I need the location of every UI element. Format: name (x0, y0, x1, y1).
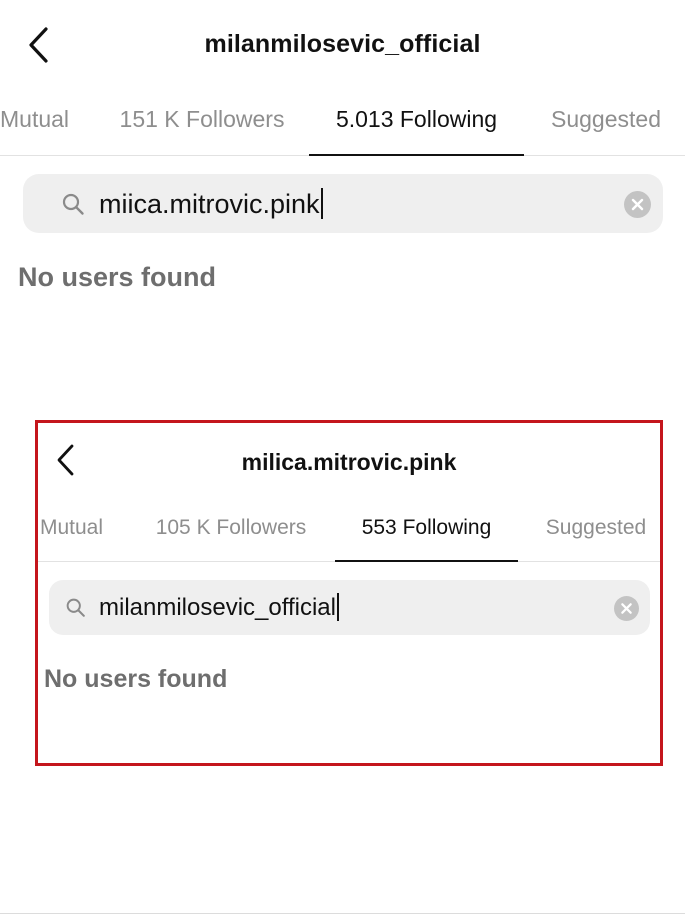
tab-label: Mutual (0, 106, 70, 132)
search-input[interactable]: milanmilosevic_official (99, 592, 339, 622)
text-caret (336, 592, 339, 621)
clear-icon (621, 603, 632, 614)
tab-suggested[interactable]: Suggested (536, 95, 676, 155)
inset-tab-bar: Mutual 105 K Followers 553 Following Sug… (38, 504, 660, 562)
inset-screenshot: milica.mitrovic.pink Mutual 105 K Follow… (35, 420, 663, 766)
tab-followers[interactable]: 105 K Followers (145, 504, 317, 561)
search-field[interactable]: miica.mitrovic.pink (23, 174, 663, 233)
text-caret (320, 188, 323, 220)
clear-search-button[interactable] (614, 596, 639, 621)
tab-mutual[interactable]: Mutual (40, 504, 112, 561)
tab-mutual[interactable]: Mutual (0, 95, 76, 155)
tab-label: 105 K Followers (155, 516, 307, 539)
main-header: milanmilosevic_official (0, 0, 685, 95)
tab-suggested[interactable]: Suggested (536, 504, 656, 561)
page-title: milanmilosevic_official (204, 30, 481, 58)
search-icon (66, 598, 85, 617)
tab-following[interactable]: 553 Following (335, 504, 518, 562)
search-value: miica.mitrovic.pink (99, 189, 320, 219)
tab-label: 5.013 Following (335, 106, 498, 132)
clear-icon (631, 198, 644, 211)
tab-label: 151 K Followers (119, 106, 285, 132)
search-icon (62, 193, 84, 215)
tab-following[interactable]: 5.013 Following (309, 95, 524, 156)
tab-label: Suggested (545, 516, 647, 539)
clear-search-button[interactable] (624, 191, 651, 218)
tab-followers[interactable]: 151 K Followers (108, 95, 296, 155)
empty-results-message: No users found (44, 665, 228, 693)
tab-label: 553 Following (361, 516, 492, 539)
main-tab-bar: Mutual 151 K Followers 5.013 Following S… (0, 95, 685, 156)
search-field[interactable]: milanmilosevic_official (49, 580, 650, 635)
search-input[interactable]: miica.mitrovic.pink (99, 188, 323, 220)
empty-results-message: No users found (18, 262, 217, 292)
search-value: milanmilosevic_official (99, 594, 336, 621)
inset-page-title: milica.mitrovic.pink (241, 449, 457, 475)
tab-label: Suggested (551, 106, 661, 132)
tab-label: Mutual (40, 516, 104, 539)
bottom-divider (0, 913, 685, 914)
